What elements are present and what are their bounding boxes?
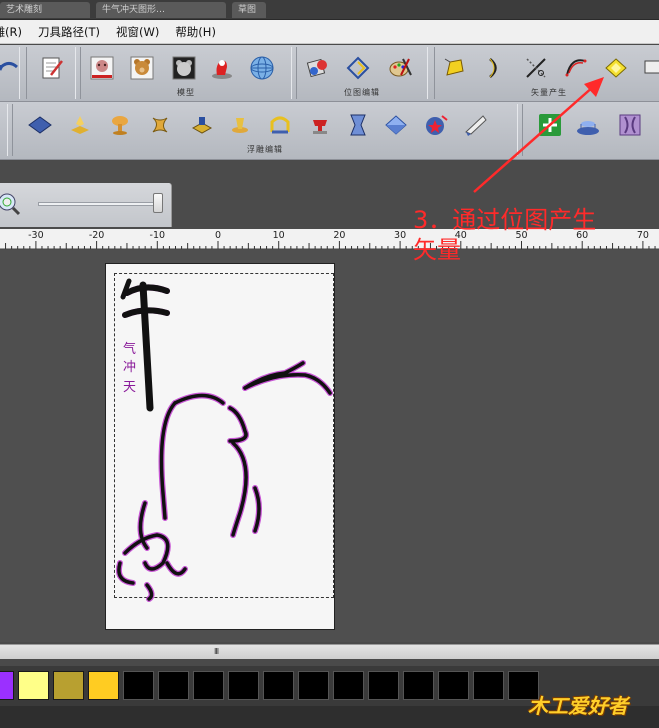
window-tab-2[interactable]: 牛气冲天图形… <box>96 2 226 18</box>
color-swatch[interactable] <box>193 671 224 700</box>
vector-offset-icon[interactable] <box>639 53 659 83</box>
color-swatch[interactable] <box>53 671 84 700</box>
color-swatch[interactable] <box>368 671 399 700</box>
relief-two-rail-icon[interactable] <box>265 110 295 140</box>
ruler-label: -30 <box>28 230 44 241</box>
relief-add-icon[interactable] <box>535 110 565 140</box>
toolbar-group-edit <box>26 47 76 99</box>
color-swatch[interactable] <box>18 671 49 700</box>
ruler-label: 0 <box>214 230 222 241</box>
group-label-relief-edit: 浮雕编辑 <box>247 145 283 154</box>
menu-toolpath[interactable]: 刀具路径(T) <box>30 24 108 40</box>
relief-column-icon[interactable] <box>343 110 373 140</box>
bitmap-colors-icon[interactable] <box>303 53 333 83</box>
relief-gold-shape-icon[interactable] <box>65 110 95 140</box>
toolbar-group-relief-edit: 浮雕编辑 <box>12 104 518 156</box>
toolbar-row-2: 浮雕编辑 <box>0 102 659 160</box>
zoom-slider-thumb[interactable] <box>153 193 163 213</box>
ruler-label: 10 <box>272 230 285 241</box>
color-swatch[interactable] <box>123 671 154 700</box>
calligraphy-sub-1: 气 <box>123 341 136 357</box>
ruler-label: -20 <box>88 230 105 241</box>
model-image-red-icon[interactable] <box>87 53 117 83</box>
menu-relief[interactable]: 浮雕(R) <box>0 24 30 40</box>
relief-mushroom-icon[interactable] <box>105 110 135 140</box>
calligraphy-sub-2: 冲 <box>123 360 136 375</box>
vector-trim-icon[interactable] <box>521 53 551 83</box>
window-tab-3[interactable]: 草图 <box>232 2 266 18</box>
model-teddy-bear-icon[interactable] <box>127 53 157 83</box>
model-scan-red-icon[interactable] <box>207 53 237 83</box>
color-swatch[interactable] <box>298 671 329 700</box>
relief-dome-icon[interactable] <box>573 110 603 140</box>
relief-blade-icon[interactable] <box>461 110 491 140</box>
color-swatch[interactable] <box>333 671 364 700</box>
relief-hourglass-icon[interactable] <box>615 110 645 140</box>
relief-ship-icon[interactable] <box>305 110 335 140</box>
color-swatch[interactable] <box>438 671 469 700</box>
color-swatch[interactable] <box>158 671 189 700</box>
zoom-slider-track[interactable] <box>38 202 160 206</box>
ruler-label: 30 <box>394 230 407 241</box>
vector-from-bitmap-icon[interactable] <box>601 53 631 83</box>
relief-face-icon[interactable] <box>381 110 411 140</box>
toolbar-group-relief-ops <box>522 104 659 156</box>
annotation-line-1: 3．通过位图产生 <box>413 206 597 234</box>
vector-bezier-icon[interactable] <box>561 53 591 83</box>
zoom-magnifier-icon[interactable] <box>0 191 22 217</box>
title-bar: 艺术雕刻 牛气冲天图形… 草图 <box>0 0 659 20</box>
model-mesh-sphere-icon[interactable] <box>247 53 277 83</box>
bitmap-palette-tools-icon[interactable] <box>385 53 415 83</box>
toolbar-group-vector-create: 矢量产生 <box>434 47 659 99</box>
color-swatch[interactable] <box>228 671 259 700</box>
zoom-panel <box>0 183 172 227</box>
bitmap-select-icon[interactable] <box>343 53 373 83</box>
color-swatch[interactable] <box>88 671 119 700</box>
group-label-vector-create: 矢量产生 <box>531 88 567 97</box>
relief-sweep-icon[interactable] <box>187 110 217 140</box>
bull-calligraphy-artwork[interactable]: 气 冲 天 <box>105 263 335 630</box>
window-tab-1[interactable]: 艺术雕刻 <box>0 2 90 18</box>
horizontal-scrollbar[interactable]: III <box>0 644 659 659</box>
color-swatch[interactable] <box>403 671 434 700</box>
toolbar-group-model: 模型 <box>80 47 292 99</box>
relief-star-ball-icon[interactable] <box>421 110 451 140</box>
ruler-label: 20 <box>333 230 346 241</box>
annotation-text: 3．通过位图产生 矢量 <box>413 205 653 265</box>
model-grey-bear-icon[interactable] <box>169 53 199 83</box>
toolbar-group-left-edge <box>0 104 8 156</box>
undo-icon[interactable] <box>0 53 23 83</box>
relief-spin-icon[interactable] <box>225 110 255 140</box>
relief-twist-icon[interactable] <box>145 110 175 140</box>
color-swatch[interactable] <box>263 671 294 700</box>
notes-edit-icon[interactable] <box>37 53 67 83</box>
calligraphy-sub-3: 天 <box>123 380 136 395</box>
menu-help[interactable]: 帮助(H) <box>167 24 224 40</box>
menu-bar: 浮雕(R) 刀具路径(T) 视窗(W) 帮助(H) <box>0 20 659 44</box>
group-label-bitmap-edit: 位图编辑 <box>344 88 380 97</box>
ruler-label: -10 <box>149 230 166 241</box>
color-swatch[interactable] <box>473 671 504 700</box>
annotation-line-2: 矢量 <box>413 236 461 264</box>
watermark-logo: 木工爱好者 <box>528 694 628 718</box>
scrollbar-grip[interactable]: III <box>214 647 219 656</box>
menu-window[interactable]: 视窗(W) <box>108 24 167 40</box>
group-label-model: 模型 <box>177 88 195 97</box>
relief-plane-icon[interactable] <box>25 110 55 140</box>
color-swatch[interactable] <box>0 671 14 700</box>
toolbar-group-misc <box>0 47 20 99</box>
vector-arc-icon[interactable] <box>479 53 509 83</box>
vector-star-shape-icon[interactable] <box>439 53 469 83</box>
toolbar-row-1: 模型 位图编辑 矢量产生 <box>0 45 659 102</box>
toolbar-group-bitmap-edit: 位图编辑 <box>296 47 428 99</box>
